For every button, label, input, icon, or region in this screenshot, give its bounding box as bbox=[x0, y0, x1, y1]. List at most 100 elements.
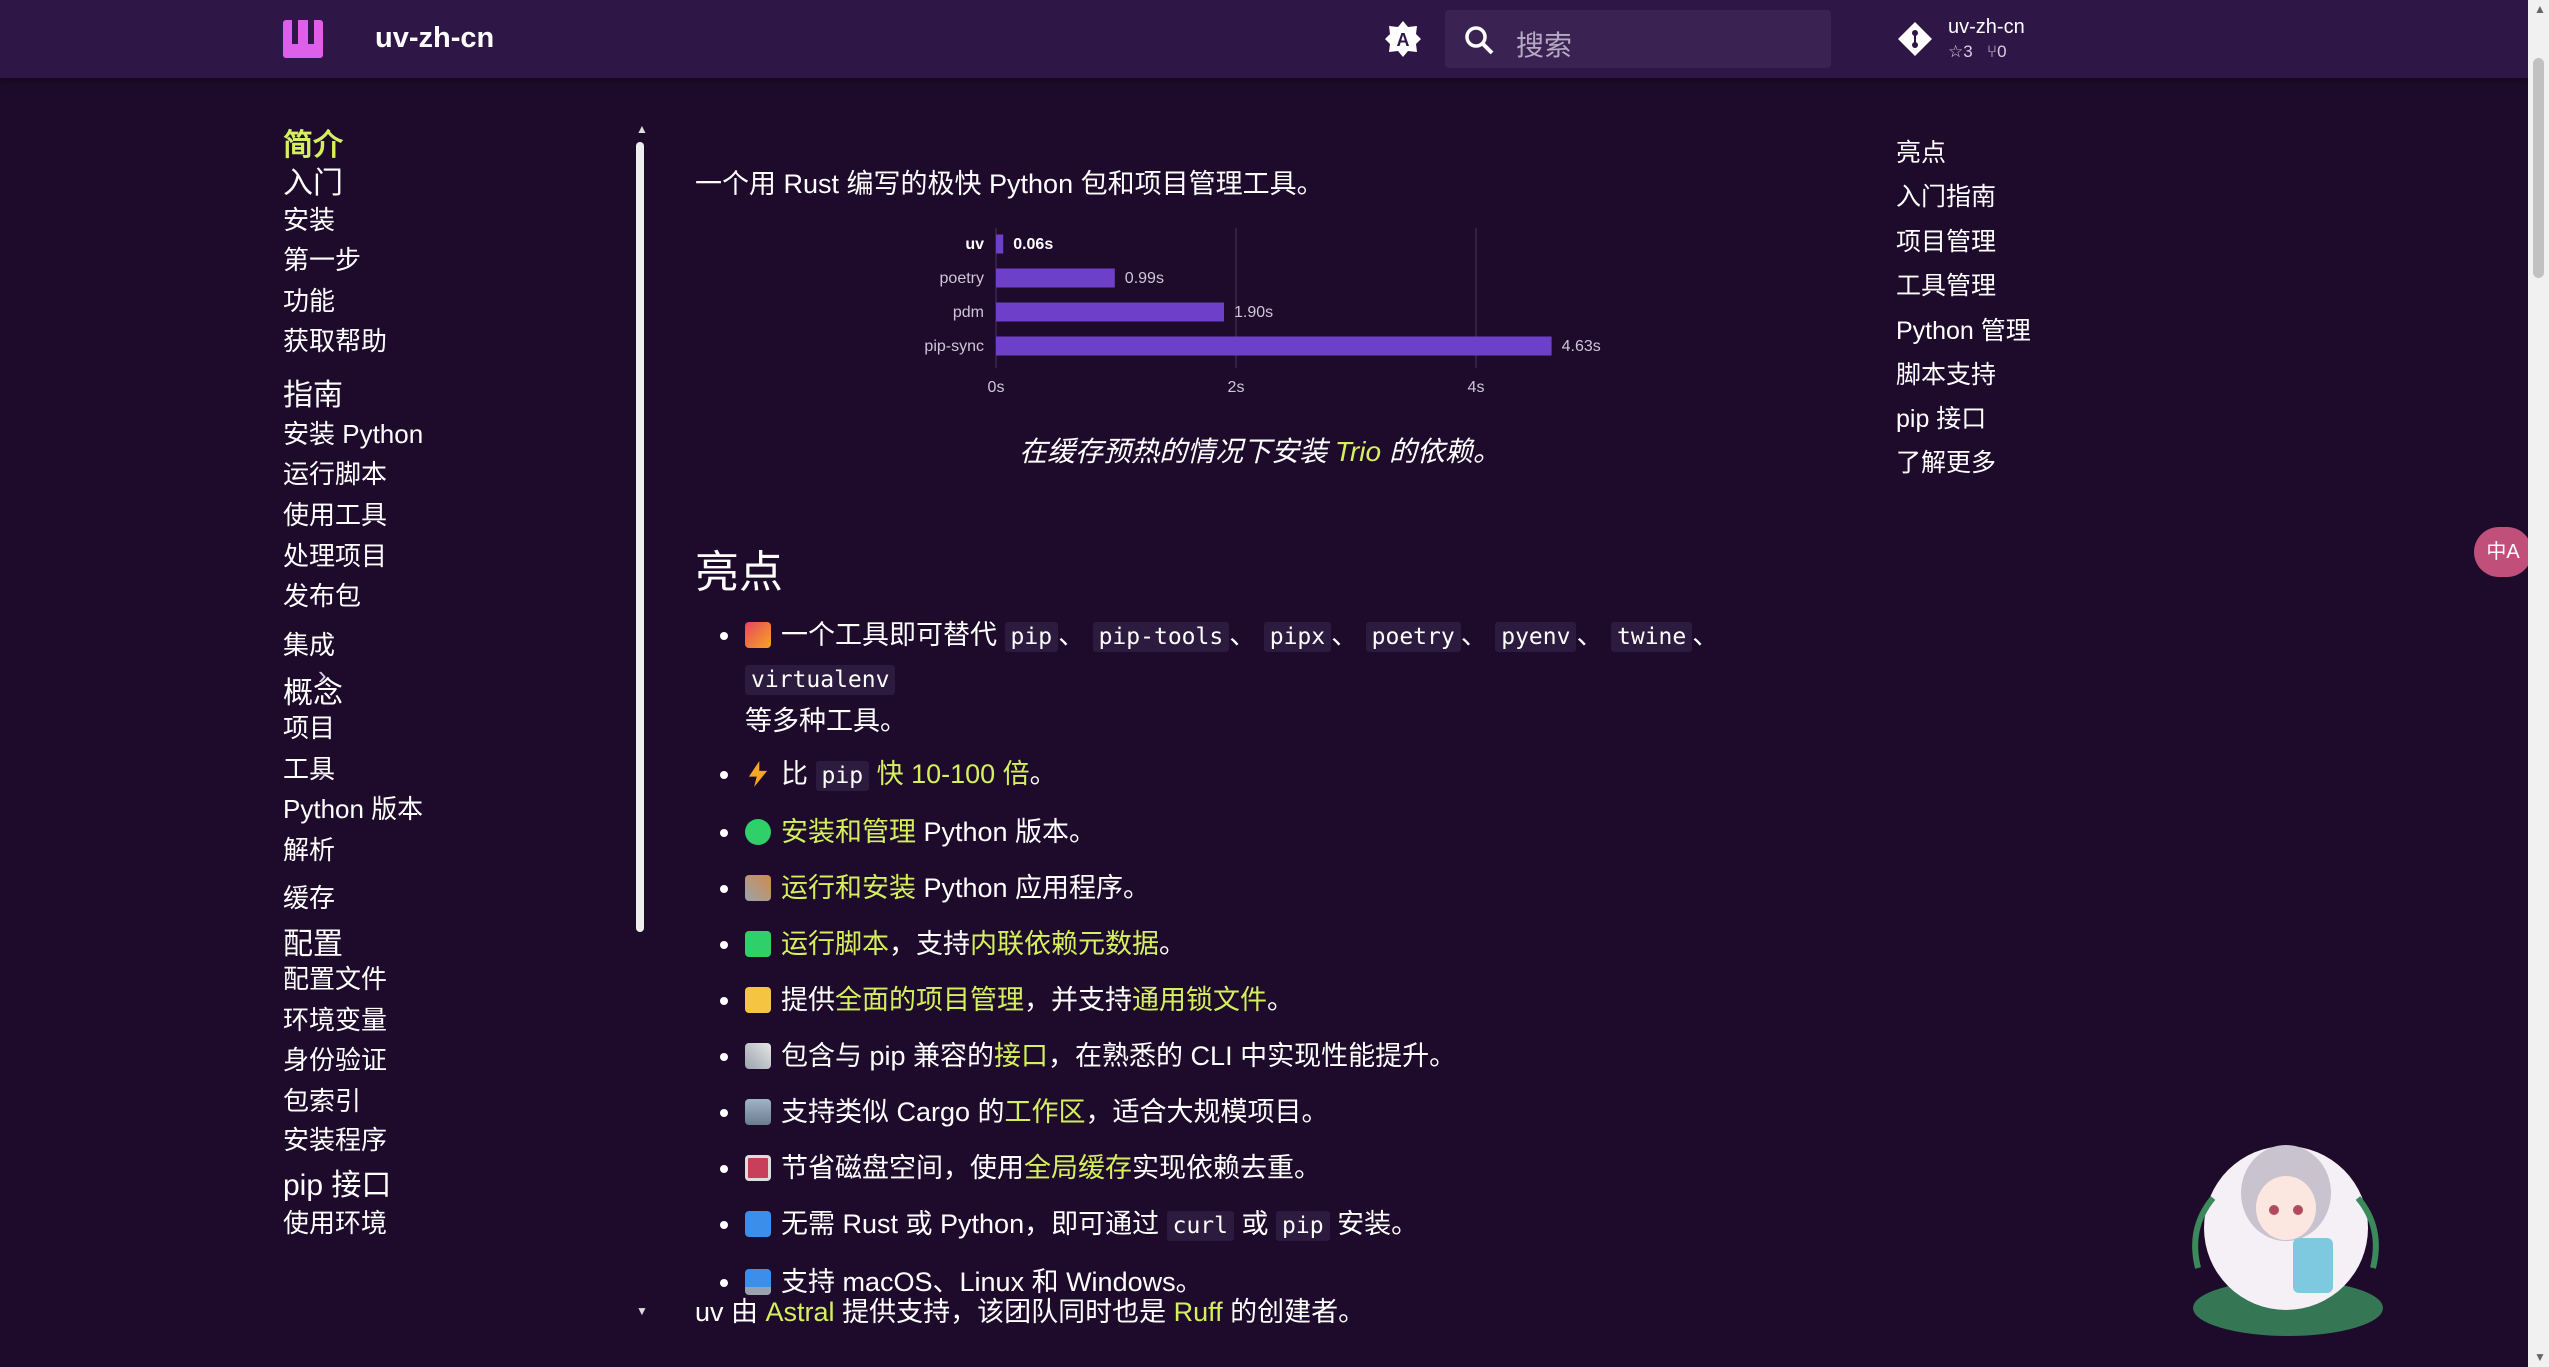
scroll-down-icon[interactable]: ▼ bbox=[2534, 1350, 2546, 1364]
sidebar-item[interactable]: 配置文件 bbox=[283, 959, 387, 996]
sidebar-item[interactable]: 指南 bbox=[283, 370, 343, 414]
toc-item[interactable]: pip 接口 bbox=[1896, 399, 1986, 435]
sidebar-item[interactable]: 功能 bbox=[283, 281, 335, 318]
list-item: 无需 Rust 或 Python，即可通过 curl 或 pip 安装。 bbox=[695, 1204, 1825, 1247]
sidebar-item[interactable]: 安装 Python bbox=[283, 414, 423, 451]
separator: 、 bbox=[1058, 620, 1086, 650]
feature-text: 。 bbox=[1267, 985, 1294, 1015]
toc-item[interactable]: 了解更多 bbox=[1896, 443, 1996, 479]
sidebar-item[interactable]: 处理项目 bbox=[283, 536, 387, 573]
benchmark-link[interactable]: 快 10-100 倍 bbox=[877, 759, 1030, 789]
outro-part: 的创建者。 bbox=[1222, 1297, 1366, 1327]
code-pip: pip bbox=[1276, 1211, 1330, 1241]
sidebar-item[interactable]: 身份验证 bbox=[283, 1040, 387, 1077]
chevron-right-icon[interactable]: › bbox=[318, 758, 327, 789]
chart-caption: 在缓存预热的情况下安装 Trio 的依赖。 bbox=[695, 430, 1825, 470]
plug-icon bbox=[745, 1043, 771, 1069]
nav-scrollbar[interactable] bbox=[636, 142, 644, 932]
sidebar-item[interactable]: 工具 bbox=[283, 749, 335, 786]
list-item: 运行脚本，支持内联依赖元数据。 bbox=[695, 924, 1825, 965]
astral-link[interactable]: Astral bbox=[766, 1297, 835, 1327]
value-label: 4.63s bbox=[1562, 338, 1601, 355]
scroll-up-icon[interactable]: ▲ bbox=[2534, 2, 2546, 16]
sidebar-item[interactable]: 第一步 bbox=[283, 240, 361, 277]
sidebar-item[interactable]: 运行脚本 bbox=[283, 454, 387, 491]
cache-link[interactable]: 全局缓存 bbox=[1024, 1153, 1132, 1183]
feature-text: 。 bbox=[1029, 759, 1057, 789]
ruff-link[interactable]: Ruff bbox=[1174, 1297, 1223, 1327]
outro-part: 提供支持，该团队同时也是 bbox=[834, 1297, 1174, 1327]
svg-text:A: A bbox=[1397, 30, 1410, 50]
code-pip: pip bbox=[1004, 622, 1059, 652]
nav-scroll-down-icon[interactable]: ▼ bbox=[636, 1304, 648, 1318]
sidebar-item[interactable]: 发布包 bbox=[283, 576, 361, 613]
search-input[interactable]: 搜索 bbox=[1445, 10, 1831, 68]
git-icon bbox=[1898, 22, 1932, 56]
sidebar-item[interactable]: 入门 bbox=[283, 158, 343, 202]
feature-text: ，适合大规模项目。 bbox=[1085, 1097, 1329, 1127]
x-tick-label: 4s bbox=[1468, 379, 1485, 396]
sidebar-item[interactable]: 缓存 bbox=[283, 878, 335, 915]
sidebar-item[interactable]: 使用工具 bbox=[283, 495, 387, 532]
sidebar-item[interactable]: 安装程序 bbox=[283, 1120, 387, 1157]
sidebar-item[interactable]: 包索引 bbox=[283, 1081, 361, 1118]
toc-item[interactable]: 工具管理 bbox=[1896, 266, 1996, 302]
inline-metadata-link[interactable]: 内联依赖元数据 bbox=[970, 929, 1159, 959]
sidebar-item[interactable]: 使用环境 bbox=[283, 1203, 387, 1240]
feature-text: 包含与 pip 兼容的 bbox=[781, 1041, 995, 1071]
nav-scroll-up-icon[interactable]: ▲ bbox=[636, 122, 648, 136]
sidebar-item[interactable]: pip 接口 bbox=[283, 1160, 391, 1204]
toc-item[interactable]: 亮点 bbox=[1896, 133, 1946, 169]
sidebar-item[interactable]: Python 版本 bbox=[283, 789, 423, 826]
feature-text: 等多种工具。 bbox=[745, 706, 907, 736]
sidebar-item[interactable]: 解析 bbox=[283, 830, 335, 867]
category-label: uv bbox=[965, 236, 984, 253]
sidebar-item[interactable]: 安装 bbox=[283, 200, 335, 237]
separator: 、 bbox=[1331, 620, 1359, 650]
code-curl: curl bbox=[1166, 1211, 1234, 1241]
repo-link[interactable]: uv-zh-cn ☆3 ⑂0 bbox=[1896, 14, 2046, 66]
theme-toggle-icon[interactable]: A bbox=[1384, 20, 1422, 58]
section-heading: 亮点 bbox=[695, 548, 783, 597]
bar-pip-sync bbox=[996, 336, 1552, 356]
page-scrollbar[interactable]: ▲ ▼ bbox=[2528, 0, 2549, 1367]
toc-item[interactable]: 项目管理 bbox=[1896, 222, 1996, 258]
category-label: pdm bbox=[953, 304, 984, 321]
feature-text: Python 版本。 bbox=[916, 817, 1097, 847]
sidebar-item[interactable]: 获取帮助 bbox=[283, 321, 387, 358]
code-pip: pip bbox=[815, 761, 870, 791]
feature-text: 提供 bbox=[781, 985, 835, 1015]
toc-item[interactable]: 脚本支持 bbox=[1896, 355, 1996, 391]
feature-text: 节省磁盘空间，使用 bbox=[781, 1153, 1024, 1183]
trio-link[interactable]: Trio bbox=[1335, 436, 1381, 467]
scripts-link[interactable]: 运行脚本 bbox=[781, 929, 889, 959]
list-item: 比 pip 快 10-100 倍。 bbox=[695, 754, 1825, 797]
benchmark-chart: 0s 2s 4s uv 0.06s poetry 0.99s pdm 1.90s pip-sync… bbox=[924, 228, 1601, 396]
outro-part: uv 由 bbox=[695, 1297, 766, 1327]
x-tick-label: 0s bbox=[988, 379, 1005, 396]
toc-item[interactable]: Python 管理 bbox=[1896, 311, 2031, 347]
sidebar-item[interactable]: 配置 bbox=[283, 919, 343, 963]
scrollbar-thumb[interactable] bbox=[2533, 58, 2544, 278]
site-title[interactable]: uv-zh-cn bbox=[375, 22, 494, 55]
sidebar-item[interactable]: 概念 bbox=[283, 668, 343, 712]
uv-logo-icon[interactable] bbox=[283, 20, 323, 58]
value-label: 1.90s bbox=[1234, 304, 1273, 321]
sidebar-item[interactable]: 集成 bbox=[283, 625, 335, 662]
separator: 、 bbox=[1576, 620, 1604, 650]
translate-button[interactable]: 中A bbox=[2474, 527, 2532, 577]
sidebar-item[interactable]: 环境变量 bbox=[283, 1000, 387, 1037]
toc-item[interactable]: 入门指南 bbox=[1896, 177, 1996, 213]
mascot-image bbox=[2192, 1145, 2383, 1336]
install-python-link[interactable]: 安装和管理 bbox=[781, 817, 916, 847]
features-list: 一个工具即可替代 pip、 pip-tools、 pipx、 poetry、 p… bbox=[695, 615, 1825, 1318]
workspaces-link[interactable]: 工作区 bbox=[1005, 1097, 1086, 1127]
code-pip-tools: pip-tools bbox=[1092, 622, 1230, 652]
sidebar-item[interactable]: 项目 bbox=[283, 708, 335, 745]
pip-interface-link[interactable]: 接口 bbox=[994, 1041, 1048, 1071]
chevron-right-icon[interactable]: › bbox=[318, 660, 327, 691]
projects-link[interactable]: 全面的项目管理 bbox=[835, 985, 1024, 1015]
tools-link[interactable]: 运行和安装 bbox=[781, 873, 916, 903]
lockfile-link[interactable]: 通用锁文件 bbox=[1132, 985, 1267, 1015]
star-icon: ☆ bbox=[1948, 42, 1964, 61]
